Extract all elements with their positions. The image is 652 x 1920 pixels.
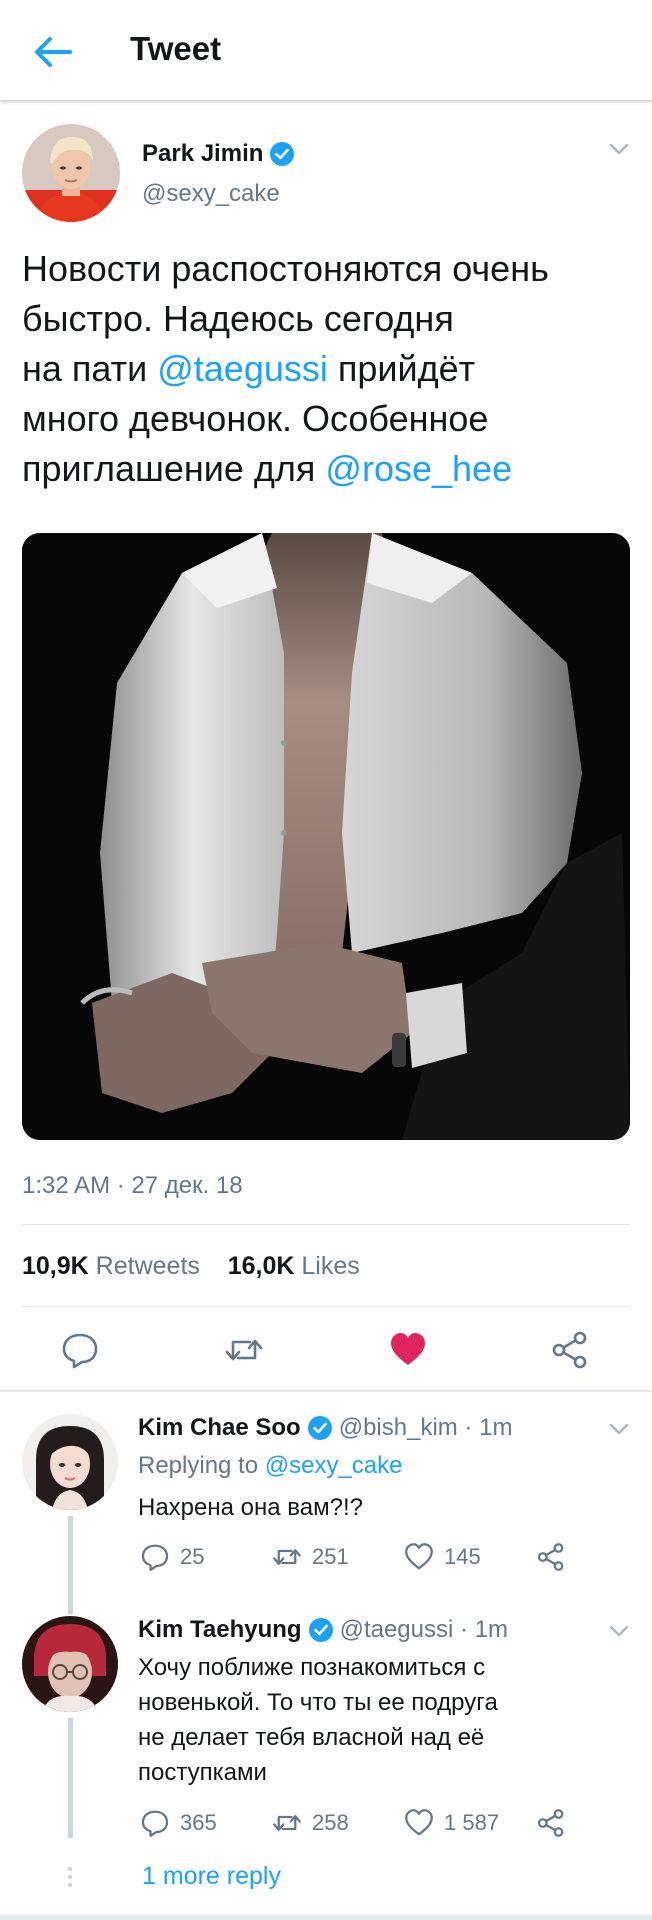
likes-label: Likes	[301, 1252, 360, 1280]
back-arrow-icon[interactable]	[30, 30, 74, 74]
show-more-replies-link[interactable]: 1 more reply	[142, 1862, 281, 1891]
retweet-icon[interactable]	[224, 1330, 264, 1370]
tweet-text-line: Новости распостоняются очень	[22, 248, 549, 289]
divider	[0, 1390, 652, 1392]
tweet-image[interactable]	[22, 533, 630, 1140]
author-handle[interactable]: @sexy_cake	[142, 180, 280, 208]
tweet-text-segment: прийдёт	[327, 348, 476, 389]
heart-icon[interactable]	[388, 1330, 428, 1370]
engagement-stats: 10,9K Retweets 16,0K Likes	[22, 1252, 360, 1281]
share-action[interactable]	[536, 1808, 566, 1838]
divider	[22, 1306, 630, 1307]
avatar[interactable]	[22, 1414, 118, 1510]
tweet-text-segment: на пати	[22, 348, 158, 389]
like-action[interactable]: 1 587	[404, 1808, 499, 1838]
reply-text-line: Нахрена она вам?!?	[138, 1494, 363, 1521]
share-icon	[537, 1543, 564, 1571]
mention-link[interactable]: @taegussi	[157, 348, 328, 389]
reply-action[interactable]: 25	[140, 1542, 204, 1572]
tweet-text: Новости распостоняются очень быстро. Над…	[22, 244, 632, 494]
author-name-text: Park Jimin	[142, 140, 264, 167]
retweet-action[interactable]: 258	[272, 1808, 349, 1838]
retweets-count: 10,9K	[22, 1252, 89, 1280]
reply-icon	[141, 1810, 169, 1837]
share-action[interactable]	[536, 1542, 566, 1572]
reply-text-line: не делает тебя власной над её	[138, 1724, 485, 1751]
like-count: 1 587	[444, 1810, 500, 1835]
reply-text: Хочу поближе познакомиться с новенькой. …	[138, 1650, 618, 1790]
mention-link[interactable]: @sexy_cake	[265, 1452, 403, 1479]
reply-icon	[141, 1544, 169, 1571]
heart-icon	[405, 1809, 433, 1836]
thread-line	[68, 1584, 73, 1614]
top-bar: Tweet	[0, 0, 652, 102]
reply-handle-time: @taegussi · 1m	[339, 1616, 508, 1643]
chevron-down-icon[interactable]	[608, 138, 630, 160]
reply-handle-time: @bish_kim · 1m	[338, 1414, 513, 1441]
reply-header: Kim Taehyung @taegussi · 1m	[138, 1616, 508, 1644]
retweet-count: 258	[312, 1810, 349, 1835]
tweet-text-line: много девчонок. Особенное	[22, 398, 489, 439]
chevron-down-icon[interactable]	[608, 1418, 630, 1440]
tweet-text-segment: приглашение для	[22, 448, 326, 489]
tweet-text-line: быстро. Надеюсь сегодня	[22, 298, 454, 339]
replying-to: Replying to @sexy_cake	[138, 1452, 403, 1480]
reply-text: Нахрена она вам?!?	[138, 1490, 618, 1525]
retweet-count: 251	[312, 1544, 349, 1569]
avatar[interactable]	[22, 124, 120, 222]
reply-text-line: новенькой. То что ты ее подруга	[138, 1689, 498, 1716]
reply-author-name[interactable]: Kim Taehyung	[138, 1616, 302, 1644]
reply-author-name[interactable]: Kim Chae Soo	[138, 1414, 301, 1442]
chevron-down-icon[interactable]	[608, 1620, 630, 1642]
avatar[interactable]	[22, 1616, 118, 1712]
likes-count: 16,0K	[227, 1252, 295, 1280]
author-name[interactable]: Park Jimin	[142, 140, 295, 168]
verified-badge-icon	[308, 1618, 333, 1642]
reply-count: 365	[180, 1810, 217, 1835]
reply-count: 25	[180, 1544, 205, 1569]
page-title: Tweet	[130, 30, 222, 67]
mention-link[interactable]: @rose_hee	[325, 448, 512, 489]
share-icon[interactable]	[550, 1330, 590, 1370]
verified-badge-icon	[270, 142, 295, 166]
reply-icon[interactable]	[60, 1330, 100, 1370]
tweet-timestamp: 1:32 AM · 27 дек. 18	[22, 1172, 243, 1199]
thread-line	[68, 1718, 73, 1838]
reply-header: Kim Chae Soo @bish_kim · 1m	[138, 1414, 512, 1442]
retweets-label: Retweets	[95, 1252, 200, 1280]
heart-icon	[405, 1543, 433, 1570]
tweet-text-line: приглашение для @rose_hee	[22, 444, 632, 494]
divider	[22, 1224, 630, 1225]
divider	[0, 1915, 652, 1920]
like-action[interactable]: 145	[404, 1542, 481, 1572]
like-count: 145	[444, 1544, 481, 1569]
reply-action[interactable]: 365	[140, 1808, 217, 1838]
reply-text-line: Хочу поближе познакомиться с	[138, 1654, 486, 1681]
tweet-text-line: на пати @taegussi прийдёт	[22, 344, 632, 394]
retweet-icon	[273, 1549, 301, 1565]
share-icon	[537, 1809, 564, 1837]
retweet-action[interactable]: 251	[272, 1542, 349, 1572]
thread-line	[68, 1516, 73, 1584]
more-dots-icon	[67, 1866, 73, 1888]
reply-text-line: поступками	[138, 1759, 267, 1786]
replying-to-label: Replying to	[138, 1452, 259, 1479]
retweet-icon	[273, 1815, 301, 1831]
likes-stat[interactable]: 16,0K Likes	[228, 1252, 360, 1280]
verified-badge-icon	[307, 1416, 332, 1440]
retweets-stat[interactable]: 10,9K Retweets	[22, 1252, 200, 1280]
